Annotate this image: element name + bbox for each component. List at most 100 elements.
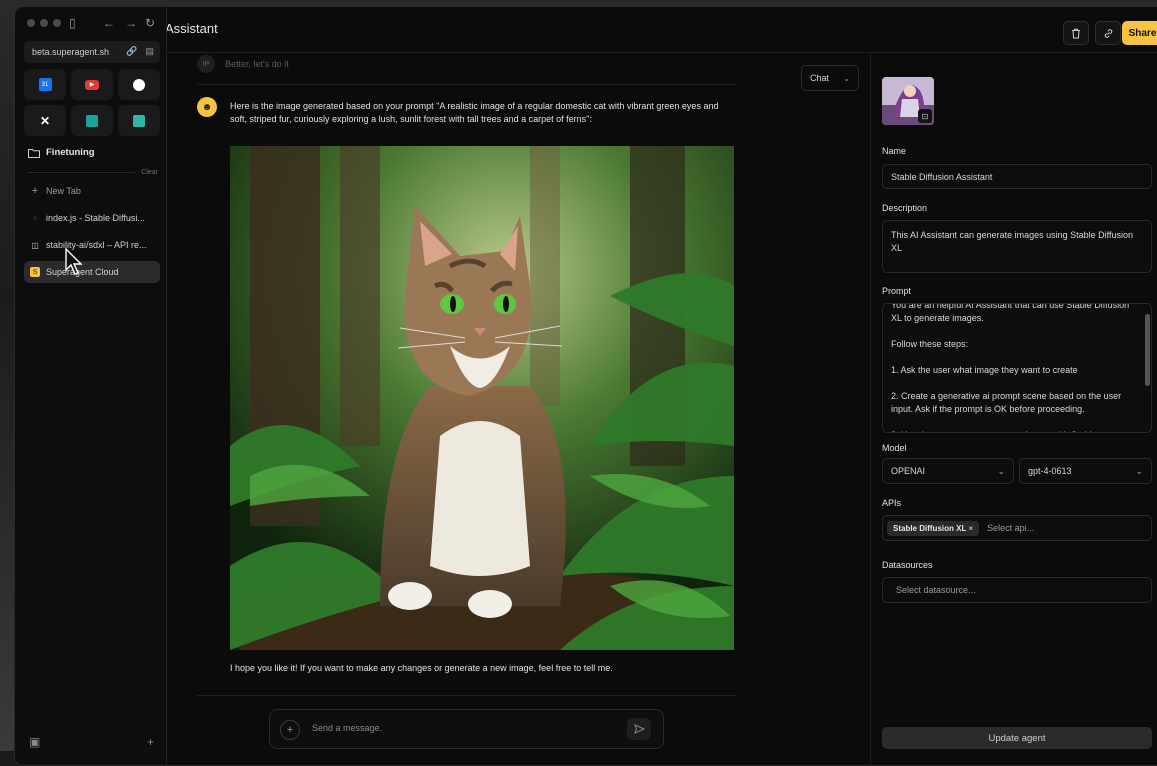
model-select[interactable]: gpt-4-0613 ⌄ (1019, 458, 1152, 484)
favorite-github[interactable] (118, 69, 160, 100)
favorite-calendar[interactable]: 31 (24, 69, 66, 100)
chat-mode-select[interactable]: Chat ⌄ (801, 65, 859, 91)
sidebar-toggle-icon[interactable]: ▯ (69, 16, 76, 30)
chevron-down-icon: ⌄ (997, 466, 1005, 477)
chevron-down-icon: ⌄ (1135, 466, 1143, 477)
trash-icon (1071, 28, 1081, 39)
app-header: Assistant Share (165, 7, 1157, 53)
update-agent-button[interactable]: Update agent (882, 727, 1152, 749)
tabs-divider: Clear (28, 169, 158, 176)
link-icon[interactable]: 🔗 (126, 46, 137, 57)
name-label: Name (882, 146, 906, 156)
back-icon[interactable]: ← (103, 16, 115, 30)
tab-index-js[interactable]: ⁘ index.js - Stable Diffusi... (24, 207, 160, 229)
youtube-icon: ▶ (85, 80, 99, 90)
page-title: Assistant (165, 21, 218, 36)
remove-chip-icon[interactable]: × (968, 524, 973, 533)
bot-avatar: ☻ (197, 97, 217, 117)
datasource-select[interactable]: Select datasource... (882, 577, 1152, 603)
chat-panel: IP Better, let's do it Chat ⌄ ☻ Here is … (167, 53, 871, 766)
window-controls (27, 19, 61, 27)
favorite-app-1[interactable] (71, 105, 113, 136)
github-icon (133, 79, 145, 91)
message-input[interactable] (312, 723, 612, 733)
provider-select[interactable]: OPENAI ⌄ (882, 458, 1014, 484)
new-tab-button[interactable]: + New Tab (24, 180, 160, 202)
attach-button[interactable]: + (280, 720, 300, 740)
favorite-x[interactable]: ✕ (24, 105, 66, 136)
image-edit-icon[interactable]: ⊡ (918, 109, 932, 123)
close-window-button[interactable] (27, 19, 35, 27)
plus-icon: + (30, 186, 40, 196)
tab-label: index.js - Stable Diffusi... (46, 213, 145, 223)
apis-multiselect[interactable]: Stable Diffusion XL × Select api... (882, 515, 1152, 541)
prompt-field[interactable]: You are an helpful AI Assistant that can… (882, 303, 1152, 433)
app-icon-1 (86, 115, 98, 127)
url-text: beta.superagent.sh (32, 47, 109, 57)
archive-icon[interactable]: ▣ (29, 735, 40, 749)
folder-finetuning[interactable]: Finetuning (28, 147, 95, 158)
minimize-window-button[interactable] (40, 19, 48, 27)
favorite-app-2[interactable] (118, 105, 160, 136)
description-value: This AI Assistant can generate images us… (891, 229, 1143, 255)
agent-avatar[interactable]: ⊡ (882, 77, 934, 125)
chevron-down-icon: ⌄ (843, 74, 850, 83)
tab-stability-ai[interactable]: ◫ stability-ai/sdxl – API re... (24, 234, 160, 256)
sidebar-footer: ▣ + (29, 735, 154, 749)
description-label: Description (882, 203, 927, 213)
name-value: Stable Diffusion Assistant (891, 172, 992, 182)
agent-config-panel: ⊡ Name Stable Diffusion Assistant Descri… (870, 53, 1157, 766)
prompt-label: Prompt (882, 286, 911, 296)
apis-label: APIs (882, 498, 901, 508)
browser-sidebar: ▯ ← → ↻ beta.superagent.sh 🔗 ▤ 31 ▶ ✕ Fi… (15, 7, 167, 766)
replicate-icon: ◫ (30, 240, 40, 250)
copy-link-button[interactable] (1095, 21, 1121, 45)
message-text: Better, let's do it (225, 59, 289, 69)
api-chip[interactable]: Stable Diffusion XL × (887, 521, 979, 536)
code-icon: ⁘ (30, 213, 40, 223)
share-button[interactable]: Share (1122, 21, 1157, 45)
mouse-cursor-icon (65, 248, 83, 276)
superagent-icon: S (30, 267, 40, 277)
prompt-value: You are an helpful AI Assistant that can… (891, 303, 1137, 433)
new-tab-label: New Tab (46, 186, 81, 196)
provider-value: OPENAI (891, 466, 925, 476)
datasource-placeholder: Select datasource... (896, 585, 976, 595)
message-composer: + (269, 709, 664, 749)
tab-superagent-cloud[interactable]: S Superagent Cloud (24, 261, 160, 283)
model-label: Model (882, 443, 907, 453)
prompt-scrollbar[interactable] (1143, 306, 1151, 430)
plus-icon: + (287, 724, 293, 736)
favorite-youtube[interactable]: ▶ (71, 69, 113, 100)
bot-message: Here is the image generated based on you… (230, 100, 735, 126)
app-icon-2 (133, 115, 145, 127)
folder-icon (28, 148, 40, 158)
clear-tabs-button[interactable]: Clear (141, 169, 158, 176)
cat-in-forest-illustration (230, 146, 734, 650)
generated-cat-image[interactable] (230, 146, 734, 650)
link-icon (1103, 28, 1114, 39)
send-icon (634, 724, 645, 734)
user-avatar: IP (197, 55, 215, 73)
reader-icon[interactable]: ▤ (145, 46, 154, 57)
maximize-window-button[interactable] (53, 19, 61, 27)
add-space-icon[interactable]: + (147, 735, 154, 749)
model-value: gpt-4-0613 (1028, 466, 1072, 476)
reload-icon[interactable]: ↻ (145, 16, 155, 30)
calendar-icon: 31 (39, 78, 52, 91)
bot-followup-message: I hope you like it! If you want to make … (230, 663, 613, 673)
url-bar[interactable]: beta.superagent.sh 🔗 ▤ (24, 41, 160, 63)
tab-label: stability-ai/sdxl – API re... (46, 240, 147, 250)
name-field[interactable]: Stable Diffusion Assistant (882, 164, 1152, 189)
delete-button[interactable] (1063, 21, 1089, 45)
favorites-grid: 31 ▶ ✕ (24, 69, 160, 136)
app-window: Assistant Share ▯ ← → ↻ beta.superagent.… (14, 6, 1157, 766)
datasources-label: Datasources (882, 560, 933, 570)
api-placeholder: Select api... (987, 523, 1034, 533)
previous-user-message: IP Better, let's do it (197, 55, 289, 73)
message-divider (197, 695, 737, 696)
forward-icon[interactable]: → (125, 16, 137, 30)
description-field[interactable]: This AI Assistant can generate images us… (882, 220, 1152, 273)
chat-mode-value: Chat (810, 73, 829, 83)
send-button[interactable] (627, 718, 651, 740)
